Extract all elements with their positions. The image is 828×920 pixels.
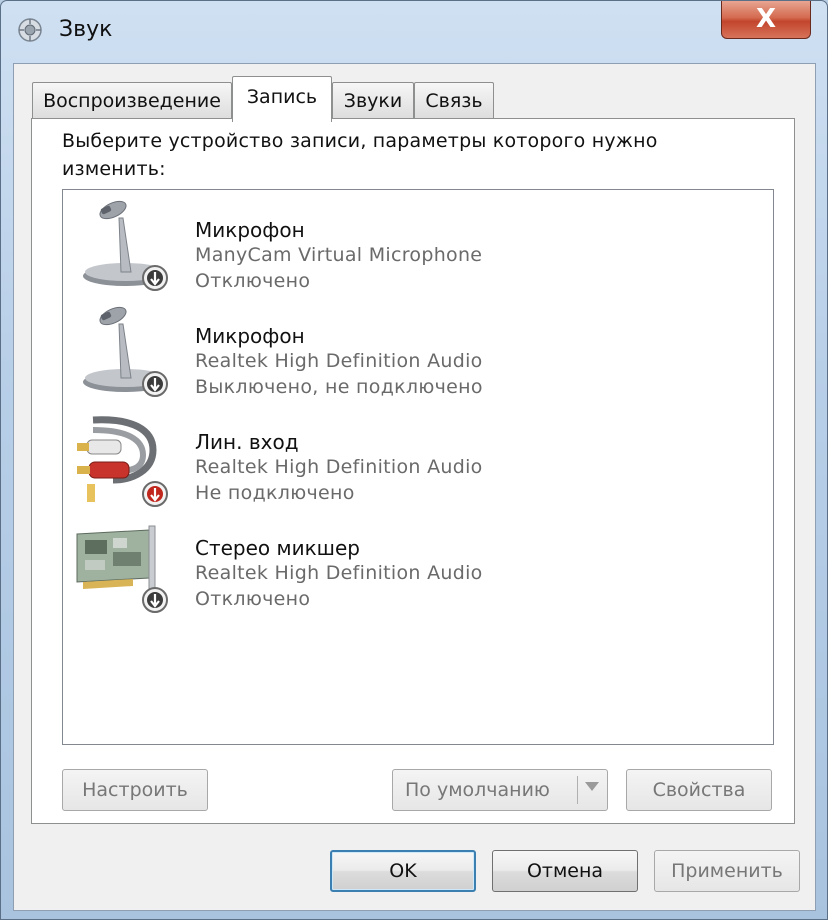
device-item-stereo-mix[interactable]: Стерео микшер Realtek High Definition Au… <box>63 516 763 620</box>
device-name: Лин. вход <box>195 430 299 454</box>
apply-button[interactable]: Применить <box>654 850 800 892</box>
configure-button[interactable]: Настроить <box>62 769 208 811</box>
sound-dialog: Звук X Воспроизведение Запись Звуки Связ… <box>0 0 828 920</box>
device-status: Выключено, не подключено <box>195 376 483 398</box>
microphone-icon <box>83 306 168 397</box>
set-default-label: По умолчанию <box>405 779 550 801</box>
device-item-microphone-realtek[interactable]: Микрофон Realtek High Definition Audio В… <box>63 304 763 408</box>
split-separator <box>577 776 578 804</box>
tab-recording[interactable]: Запись <box>232 76 332 122</box>
device-name: Микрофон <box>195 218 305 242</box>
recording-device-list[interactable]: Микрофон ManyCam Virtual Microphone Откл… <box>62 189 774 745</box>
device-driver: Realtek High Definition Audio <box>195 562 483 584</box>
device-status: Не подключено <box>195 482 355 504</box>
title-bar[interactable]: Звук X <box>1 1 827 57</box>
window-title: Звук <box>59 17 113 42</box>
dialog-body: Воспроизведение Запись Звуки Связь Выбер… <box>13 63 816 911</box>
rca-cable-icon <box>77 416 168 507</box>
device-driver: Realtek High Definition Audio <box>195 456 483 478</box>
device-item-line-in[interactable]: Лин. вход Realtek High Definition Audio … <box>63 410 763 514</box>
recording-panel: Выберите устройство записи, параметры ко… <box>31 118 795 824</box>
ok-button[interactable]: OK <box>330 850 476 892</box>
properties-button[interactable]: Свойства <box>626 769 772 811</box>
tab-sounds[interactable]: Звуки <box>332 82 414 120</box>
device-driver: ManyCam Virtual Microphone <box>195 244 483 266</box>
close-button[interactable]: X <box>721 1 811 39</box>
tab-playback[interactable]: Воспроизведение <box>32 82 232 120</box>
device-name: Стерео микшер <box>195 536 360 560</box>
cancel-button[interactable]: Отмена <box>492 850 638 892</box>
device-name: Микрофон <box>195 324 305 348</box>
device-status: Отключено <box>195 588 311 610</box>
instruction-text: Выберите устройство записи, параметры ко… <box>62 130 658 180</box>
device-driver: Realtek High Definition Audio <box>195 350 483 372</box>
microphone-icon <box>83 200 168 291</box>
device-item-microphone-manycam[interactable]: Микрофон ManyCam Virtual Microphone Откл… <box>63 198 763 302</box>
speaker-icon <box>18 18 42 42</box>
set-default-split-button[interactable]: По умолчанию <box>392 769 608 811</box>
tab-communications[interactable]: Связь <box>414 82 494 120</box>
chevron-down-icon[interactable] <box>585 782 599 791</box>
device-status: Отключено <box>195 270 311 292</box>
sound-card-icon <box>76 525 168 613</box>
